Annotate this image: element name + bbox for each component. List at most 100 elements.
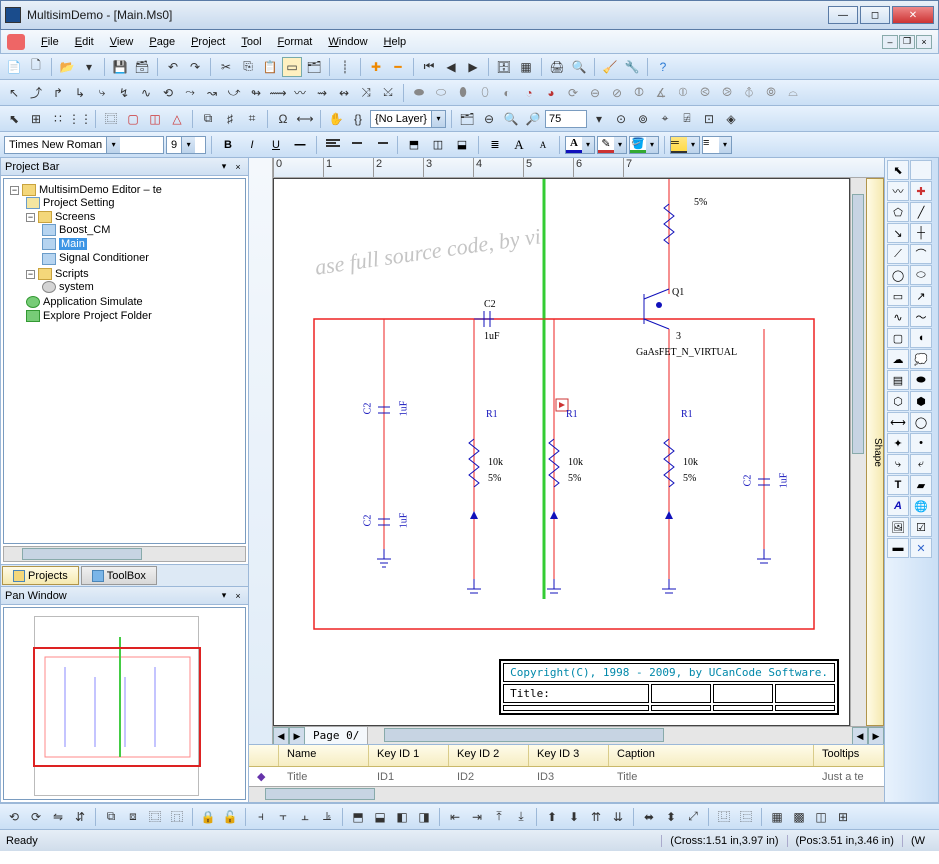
- tab-projects[interactable]: Projects: [2, 566, 79, 585]
- p-oval-icon[interactable]: ◯: [910, 412, 932, 432]
- tree-screen-boost[interactable]: Boost_CM: [42, 223, 241, 237]
- rot-r-icon[interactable]: ⟳: [26, 807, 46, 827]
- line-color-button[interactable]: ✎▾: [597, 136, 627, 154]
- p-pointer-icon[interactable]: ⬉: [887, 160, 909, 180]
- align-left-button[interactable]: [322, 135, 344, 155]
- p-plus-icon[interactable]: ✚: [910, 181, 932, 201]
- menu-format[interactable]: Format: [272, 34, 319, 50]
- ord1-icon[interactable]: ⬆: [542, 807, 562, 827]
- tree-script-system[interactable]: system: [42, 280, 241, 294]
- preview-icon[interactable]: 🔍: [569, 57, 589, 77]
- misc1-icon[interactable]: ▦: [767, 807, 787, 827]
- arr3-icon[interactable]: ⿴: [145, 807, 165, 827]
- zoomfit-icon[interactable]: 🔎: [523, 109, 543, 129]
- tree-screens[interactable]: Screens: [55, 211, 95, 223]
- redo-icon[interactable]: ↷: [185, 57, 205, 77]
- zoomin-icon[interactable]: 🔍: [501, 109, 521, 129]
- layers-icon[interactable]: 🗂: [304, 57, 324, 77]
- shape-c4-icon[interactable]: ⊖: [585, 83, 605, 103]
- p-arc-icon[interactable]: ⌒: [910, 244, 932, 264]
- shape-tab[interactable]: Shape: [866, 178, 884, 726]
- p-cyl-icon[interactable]: ⬬: [910, 370, 932, 390]
- ord4-icon[interactable]: ⇊: [608, 807, 628, 827]
- shape-c2-icon[interactable]: ◕: [541, 83, 561, 103]
- p-curve1-icon[interactable]: ∿: [887, 307, 909, 327]
- tree-explore[interactable]: Explore Project Folder: [26, 309, 241, 323]
- hand-icon[interactable]: ✋: [326, 109, 346, 129]
- menu-project[interactable]: Project: [185, 34, 231, 50]
- conn-10-icon[interactable]: ↝: [202, 83, 222, 103]
- flip-h-icon[interactable]: ⇋: [48, 807, 68, 827]
- crop2-icon[interactable]: ⌗: [242, 109, 262, 129]
- shape-blob1-icon[interactable]: ⬬: [409, 83, 429, 103]
- fill-color-button[interactable]: 🪣▾: [629, 136, 659, 154]
- new2-icon[interactable]: 🗋: [26, 57, 46, 77]
- paste-icon[interactable]: 📋: [260, 57, 280, 77]
- font-size-combo[interactable]: 9▾: [166, 136, 206, 154]
- tree-scripts[interactable]: Scripts: [55, 268, 89, 280]
- arr4-icon[interactable]: ⿵: [167, 807, 187, 827]
- conn-2-icon[interactable]: ⤴: [26, 83, 46, 103]
- shape-blob5-icon[interactable]: ◐: [497, 83, 517, 103]
- bold-button[interactable]: B: [217, 135, 239, 155]
- layer-combo[interactable]: {No Layer}▾: [370, 110, 446, 128]
- p-flag-icon[interactable]: ▰: [910, 475, 932, 495]
- p-text-icon[interactable]: T: [887, 475, 909, 495]
- project-tree[interactable]: −MultisimDemo Editor – te Project Settin…: [3, 178, 246, 544]
- close-button[interactable]: ✕: [892, 6, 934, 24]
- al5-icon[interactable]: ⬒: [348, 807, 368, 827]
- conn-11-icon[interactable]: ⤻: [224, 83, 244, 103]
- col-caption[interactable]: Caption: [609, 745, 814, 766]
- misc3-icon[interactable]: ◫: [811, 807, 831, 827]
- menu-view[interactable]: View: [104, 34, 140, 50]
- menu-file[interactable]: File: [35, 34, 65, 50]
- p-x-icon[interactable]: ✕: [910, 538, 932, 558]
- conn-1-icon[interactable]: ↖: [4, 83, 24, 103]
- al2-icon[interactable]: ⫟: [273, 807, 293, 827]
- tree-screen-signal[interactable]: Signal Conditioner: [42, 251, 241, 265]
- align-right-button[interactable]: [370, 135, 392, 155]
- p-empty-icon[interactable]: [910, 160, 932, 180]
- conn-14-icon[interactable]: 〰: [290, 83, 310, 103]
- p-comp-icon[interactable]: ⬢: [910, 391, 932, 411]
- merge-icon[interactable]: ⧉: [198, 109, 218, 129]
- ord3-icon[interactable]: ⇈: [586, 807, 606, 827]
- tool-a-icon[interactable]: 🧹: [600, 57, 620, 77]
- dim-icon[interactable]: ⟷: [295, 109, 315, 129]
- p-rect-icon[interactable]: ▭: [887, 286, 909, 306]
- menu-tool[interactable]: Tool: [235, 34, 267, 50]
- valign-bot-button[interactable]: ⬓: [451, 135, 473, 155]
- cut-icon[interactable]: ✂: [216, 57, 236, 77]
- maximize-button[interactable]: ◻: [860, 6, 890, 24]
- dist2-icon[interactable]: ⇥: [467, 807, 487, 827]
- zoom-area-icon[interactable]: ⊙: [611, 109, 631, 129]
- arr1-icon[interactable]: ⧉: [101, 807, 121, 827]
- dist3-icon[interactable]: ⤒: [489, 807, 509, 827]
- p-chk-icon[interactable]: ☑: [910, 517, 932, 537]
- p-conn2-icon[interactable]: ⤶: [910, 454, 932, 474]
- p-a-icon[interactable]: A: [887, 496, 909, 516]
- font-family-combo[interactable]: Times New Roman▾: [4, 136, 164, 154]
- lock-icon[interactable]: 🔒: [198, 807, 218, 827]
- p-img-icon[interactable]: 🖼: [887, 517, 909, 537]
- undo-icon[interactable]: ↶: [163, 57, 183, 77]
- shape-c9-icon[interactable]: ⧀: [695, 83, 715, 103]
- rect-r2-icon[interactable]: ◫: [145, 109, 165, 129]
- nav-first-icon[interactable]: ⏮: [419, 57, 439, 77]
- panel-close-icon[interactable]: ×: [232, 161, 244, 173]
- col-icon[interactable]: [249, 745, 279, 766]
- cursor-icon[interactable]: ⬉: [4, 109, 24, 129]
- p-dim-icon[interactable]: ⟷: [887, 412, 909, 432]
- p-ellipse-icon[interactable]: ◯: [887, 265, 909, 285]
- grid2-icon[interactable]: ∷: [48, 109, 68, 129]
- col-key1[interactable]: Key ID 1: [369, 745, 449, 766]
- linestyle-button[interactable]: ═▾: [670, 136, 700, 154]
- crop-icon[interactable]: ♯: [220, 109, 240, 129]
- shape-blob3-icon[interactable]: ⬮: [453, 83, 473, 103]
- ungrp-icon[interactable]: ⿷: [736, 807, 756, 827]
- align-center-button[interactable]: [346, 135, 368, 155]
- sz3-icon[interactable]: ⤢: [683, 807, 703, 827]
- conn-6-icon[interactable]: ↯: [114, 83, 134, 103]
- db-icon[interactable]: 🗄: [494, 57, 514, 77]
- schematic-canvas[interactable]: ase full source code, by vi: [273, 178, 850, 726]
